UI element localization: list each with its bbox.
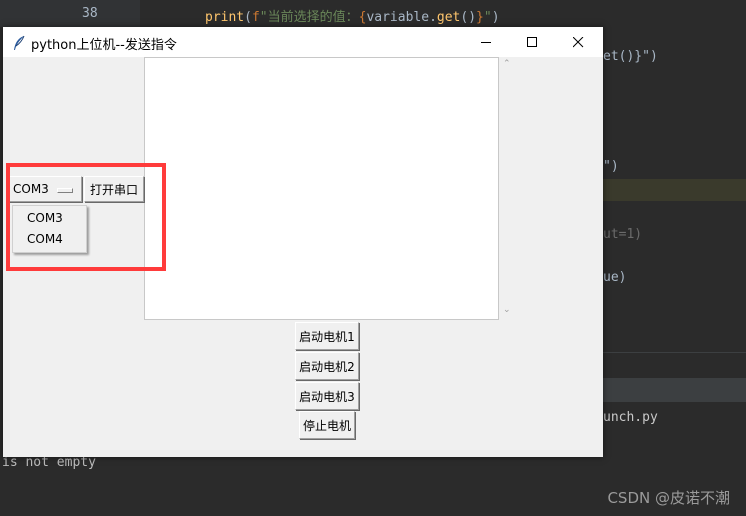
start-motor-1-button[interactable]: 启动电机1 [295, 322, 359, 350]
panel-row [603, 378, 746, 402]
close-icon [572, 36, 583, 47]
code-token: print [205, 10, 245, 25]
code-token: ) [491, 10, 500, 25]
highlight-annotation-box [6, 163, 166, 271]
scroll-down-icon[interactable]: ⌄ [503, 305, 511, 315]
minimize-icon [480, 41, 491, 43]
code-token: } [476, 10, 484, 25]
code-token: get [436, 10, 461, 25]
terminal-output: is not empty [2, 455, 96, 470]
output-text-area[interactable] [144, 57, 499, 320]
code-token: variable [366, 10, 430, 25]
code-token: . [429, 10, 437, 25]
start-motor-3-button[interactable]: 启动电机3 [295, 382, 359, 410]
code-token: ( [244, 10, 252, 25]
line-number: 38 [82, 6, 98, 21]
current-line-highlight [603, 179, 746, 201]
title-bar[interactable]: python上位机--发送指令 [3, 27, 603, 57]
maximize-button[interactable] [509, 27, 555, 57]
feather-icon [14, 35, 25, 50]
code-token: "当前选择的值： [259, 10, 359, 25]
code-fragment: ") [603, 159, 619, 174]
code-token: " [483, 10, 492, 25]
window-title: python上位机--发送指令 [31, 38, 177, 53]
code-fragment: ue) [603, 270, 627, 285]
stop-motor-button[interactable]: 停止电机 [299, 411, 355, 439]
close-button[interactable] [555, 27, 601, 57]
code-fragment: et()}") [603, 49, 658, 64]
code-token: f [251, 10, 260, 25]
minimize-button[interactable] [463, 27, 509, 57]
watermark: CSDN @皮诺不潮 [607, 489, 730, 507]
vertical-scrollbar[interactable]: ⌃ ⌄ [499, 57, 515, 320]
scroll-up-icon[interactable]: ⌃ [503, 59, 511, 69]
ide-gutter [0, 0, 140, 27]
run-config-text: unch.py [603, 410, 658, 425]
start-motor-2-button[interactable]: 启动电机2 [295, 352, 359, 380]
maximize-icon [526, 36, 537, 47]
code-token: () [460, 10, 477, 25]
panel-divider [603, 352, 746, 353]
code-fragment: ut=1) [603, 227, 643, 242]
code-line-print: print(f"当前选择的值：{variable.get()}") [205, 6, 500, 25]
